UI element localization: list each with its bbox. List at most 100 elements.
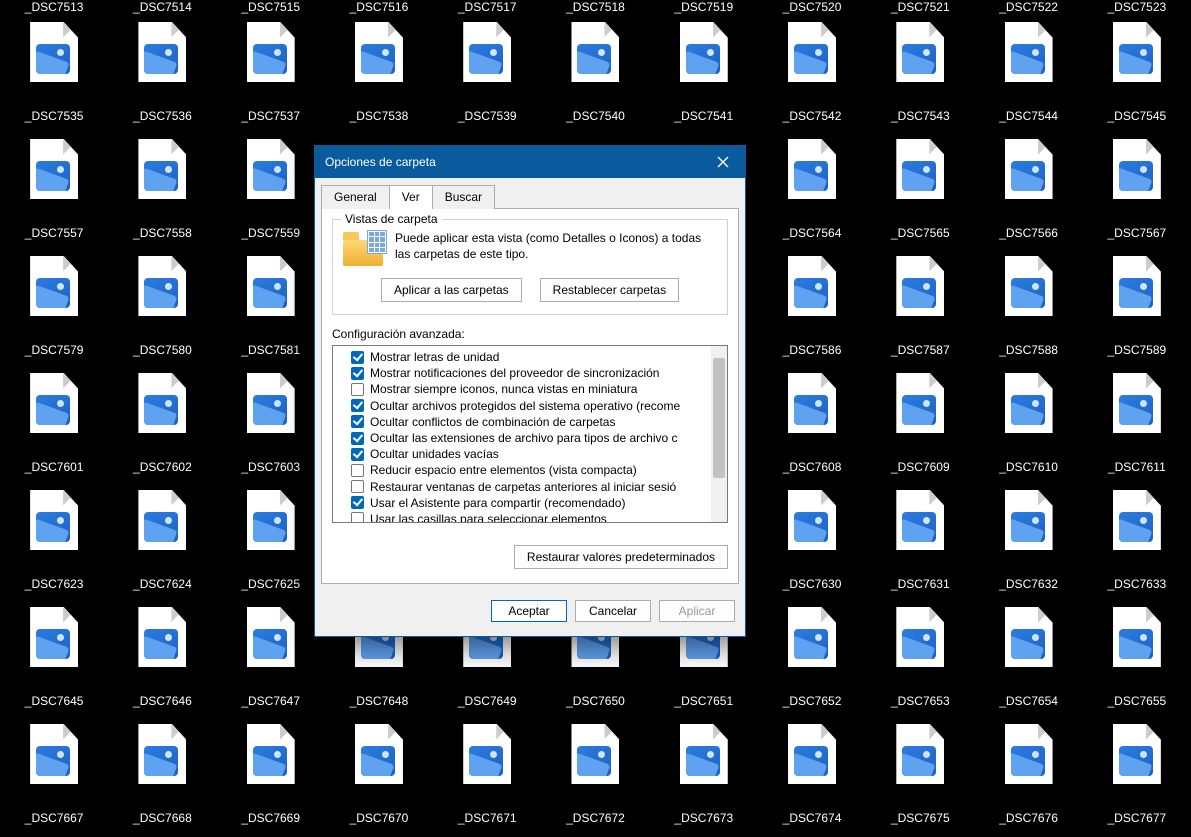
file-item[interactable]: _DSC7536 — [108, 18, 216, 135]
advanced-option[interactable]: Ocultar unidades vacías — [351, 446, 727, 462]
advanced-option[interactable]: Usar el Asistente para compartir (recome… — [351, 495, 727, 511]
file-item[interactable]: _DSC7564 — [758, 135, 866, 252]
file-item[interactable]: _DSC7588 — [974, 252, 1082, 369]
checkbox[interactable] — [351, 351, 364, 364]
advanced-scrollbar[interactable] — [711, 346, 727, 522]
file-item[interactable]: _DSC7653 — [866, 603, 974, 720]
file-item[interactable]: _DSC7541 — [650, 18, 758, 135]
advanced-settings-list[interactable]: Mostrar letras de unidadMostrar notifica… — [332, 345, 728, 523]
file-item[interactable]: _DSC7580 — [108, 252, 216, 369]
tab-ver[interactable]: Ver — [389, 185, 433, 209]
file-item[interactable]: _DSC7677 — [1083, 720, 1191, 837]
file-item[interactable]: _DSC7672 — [541, 720, 649, 837]
file-item[interactable]: _DSC7668 — [108, 720, 216, 837]
tab-general[interactable]: General — [321, 185, 390, 209]
file-item[interactable]: _DSC7514 — [108, 0, 216, 18]
file-item[interactable]: _DSC7601 — [0, 369, 108, 486]
file-item[interactable]: _DSC7557 — [0, 135, 108, 252]
file-item[interactable]: _DSC7671 — [433, 720, 541, 837]
advanced-option[interactable]: Ocultar las extensiones de archivo para … — [351, 430, 727, 446]
advanced-option[interactable]: Ocultar archivos protegidos del sistema … — [351, 398, 727, 414]
file-item[interactable]: _DSC7667 — [0, 720, 108, 837]
file-item[interactable]: _DSC7674 — [758, 720, 866, 837]
advanced-option[interactable]: Usar las casillas para seleccionar eleme… — [351, 511, 727, 523]
file-item[interactable]: _DSC7610 — [974, 369, 1082, 486]
file-item[interactable]: _DSC7603 — [217, 369, 325, 486]
apply-to-folders-button[interactable]: Aplicar a las carpetas — [381, 278, 522, 302]
file-item[interactable]: _DSC7646 — [108, 603, 216, 720]
file-item[interactable]: _DSC7652 — [758, 603, 866, 720]
checkbox[interactable] — [351, 496, 364, 509]
tab-buscar[interactable]: Buscar — [432, 185, 495, 209]
checkbox[interactable] — [351, 415, 364, 428]
file-item[interactable]: _DSC7676 — [974, 720, 1082, 837]
file-item[interactable]: _DSC7630 — [758, 486, 866, 603]
file-item[interactable]: _DSC7608 — [758, 369, 866, 486]
checkbox[interactable] — [351, 383, 364, 396]
file-item[interactable]: _DSC7543 — [866, 18, 974, 135]
file-item[interactable]: _DSC7673 — [650, 720, 758, 837]
file-item[interactable]: _DSC7535 — [0, 18, 108, 135]
file-item[interactable]: _DSC7519 — [650, 0, 758, 18]
checkbox[interactable] — [351, 367, 364, 380]
file-item[interactable]: _DSC7544 — [974, 18, 1082, 135]
advanced-option[interactable]: Restaurar ventanas de carpetas anteriore… — [351, 479, 727, 495]
checkbox[interactable] — [351, 432, 364, 445]
checkbox[interactable] — [351, 464, 364, 477]
file-item[interactable]: _DSC7625 — [217, 486, 325, 603]
file-item[interactable]: _DSC7516 — [325, 0, 433, 18]
file-item[interactable]: _DSC7587 — [866, 252, 974, 369]
file-item[interactable]: _DSC7602 — [108, 369, 216, 486]
close-button[interactable] — [701, 146, 745, 178]
file-item[interactable]: _DSC7513 — [0, 0, 108, 18]
apply-button[interactable]: Aplicar — [659, 600, 735, 622]
checkbox[interactable] — [351, 512, 364, 523]
advanced-option[interactable]: Mostrar letras de unidad — [351, 349, 727, 365]
file-item[interactable]: _DSC7522 — [974, 0, 1082, 18]
file-item[interactable]: _DSC7624 — [108, 486, 216, 603]
advanced-option[interactable]: Mostrar notificaciones del proveedor de … — [351, 365, 727, 381]
file-item[interactable]: _DSC7647 — [217, 603, 325, 720]
file-item[interactable]: _DSC7631 — [866, 486, 974, 603]
file-item[interactable]: _DSC7523 — [1083, 0, 1191, 18]
file-item[interactable]: _DSC7520 — [758, 0, 866, 18]
file-item[interactable]: _DSC7633 — [1083, 486, 1191, 603]
file-item[interactable]: _DSC7581 — [217, 252, 325, 369]
file-item[interactable]: _DSC7567 — [1083, 135, 1191, 252]
file-item[interactable]: _DSC7586 — [758, 252, 866, 369]
file-item[interactable]: _DSC7611 — [1083, 369, 1191, 486]
advanced-option[interactable]: Reducir espacio entre elementos (vista c… — [351, 462, 727, 478]
file-item[interactable]: _DSC7655 — [1083, 603, 1191, 720]
file-item[interactable]: _DSC7518 — [541, 0, 649, 18]
file-item[interactable]: _DSC7538 — [325, 18, 433, 135]
checkbox[interactable] — [351, 480, 364, 493]
file-item[interactable]: _DSC7589 — [1083, 252, 1191, 369]
cancel-button[interactable]: Cancelar — [575, 600, 651, 622]
file-item[interactable]: _DSC7559 — [217, 135, 325, 252]
file-item[interactable]: _DSC7579 — [0, 252, 108, 369]
file-item[interactable]: _DSC7545 — [1083, 18, 1191, 135]
file-item[interactable]: _DSC7515 — [217, 0, 325, 18]
file-item[interactable]: _DSC7623 — [0, 486, 108, 603]
file-item[interactable]: _DSC7645 — [0, 603, 108, 720]
file-item[interactable]: _DSC7517 — [433, 0, 541, 18]
file-item[interactable]: _DSC7565 — [866, 135, 974, 252]
restore-defaults-button[interactable]: Restaurar valores predeterminados — [514, 545, 728, 569]
file-item[interactable]: _DSC7539 — [433, 18, 541, 135]
file-item[interactable]: _DSC7632 — [974, 486, 1082, 603]
advanced-scroll-thumb[interactable] — [713, 358, 725, 478]
advanced-option[interactable]: Ocultar conflictos de combinación de car… — [351, 414, 727, 430]
file-item[interactable]: _DSC7669 — [217, 720, 325, 837]
file-item[interactable]: _DSC7558 — [108, 135, 216, 252]
file-item[interactable]: _DSC7521 — [866, 0, 974, 18]
checkbox[interactable] — [351, 399, 364, 412]
reset-folders-button[interactable]: Restablecer carpetas — [540, 278, 679, 302]
file-item[interactable]: _DSC7542 — [758, 18, 866, 135]
file-item[interactable]: _DSC7609 — [866, 369, 974, 486]
ok-button[interactable]: Aceptar — [491, 600, 567, 622]
checkbox[interactable] — [351, 448, 364, 461]
file-item[interactable]: _DSC7537 — [217, 18, 325, 135]
dialog-titlebar[interactable]: Opciones de carpeta — [315, 146, 745, 178]
file-item[interactable]: _DSC7670 — [325, 720, 433, 837]
file-item[interactable]: _DSC7540 — [541, 18, 649, 135]
